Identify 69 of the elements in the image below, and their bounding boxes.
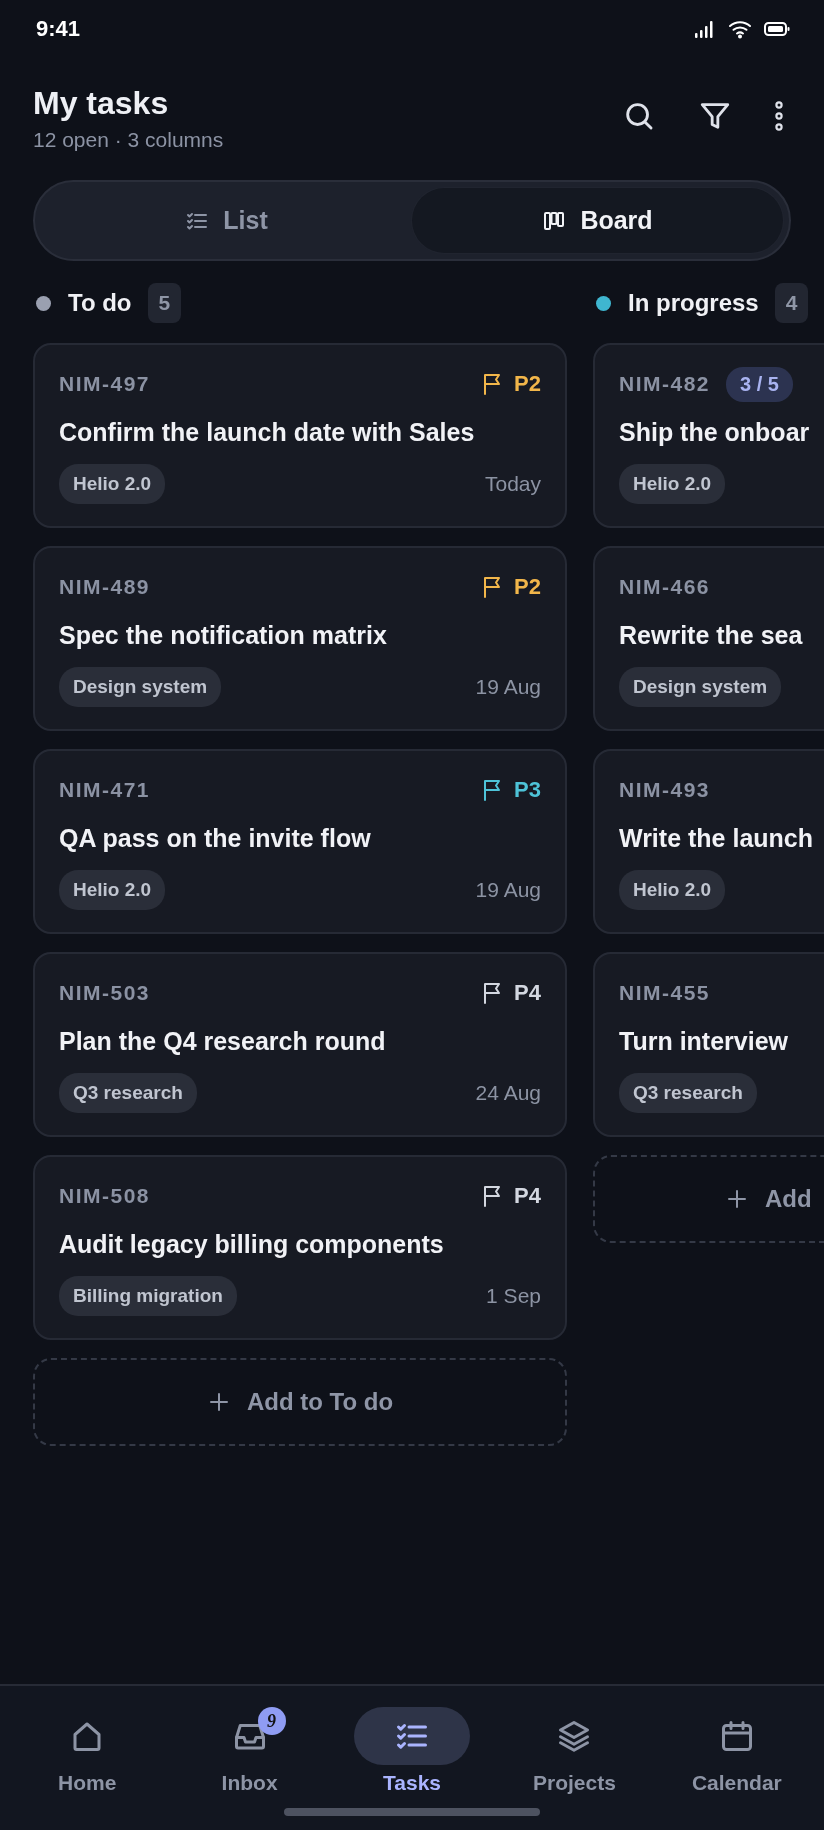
project-tag: Billing migration — [59, 1276, 237, 1316]
priority-label: P2 — [482, 574, 541, 600]
project-tag: Helio 2.0 — [619, 464, 726, 504]
task-card[interactable]: NIM-489 P2 Spec the notification matrix Design system 19 Aug — [33, 546, 567, 731]
task-card[interactable]: NIM-508 P4 Audit legacy billing components Billing migration 1 Sep — [33, 1155, 567, 1340]
task-card[interactable]: NIM-466 Rewrite the sea Design system — [593, 546, 824, 731]
project-tag: Helio 2.0 — [59, 870, 166, 910]
task-card[interactable]: NIM-497 P2 Confirm the launch date with Sales Helio 2.0 Today — [33, 343, 567, 528]
due-date: 19 Aug — [475, 675, 541, 699]
task-card[interactable]: NIM-493 Write the launch Helio 2.0 — [593, 749, 824, 934]
due-date: 19 Aug — [475, 878, 541, 902]
task-card[interactable]: NIM-503 P4 Plan the Q4 research round Q3 research 24 Aug — [33, 952, 567, 1137]
task-card[interactable]: NIM-455 Turn interview Q3 research — [593, 952, 824, 1137]
task-id: NIM-466 — [619, 575, 711, 599]
priority-label: P4 — [482, 1183, 541, 1209]
signal-icon — [694, 19, 716, 39]
task-id: NIM-489 — [59, 575, 151, 599]
status-time: 9:41 — [36, 16, 81, 42]
project-tag: Q3 research — [619, 1073, 757, 1113]
add-card-button[interactable]: Add to To do — [33, 1358, 567, 1446]
column-count: 4 — [774, 283, 809, 323]
priority-label: P2 — [482, 371, 541, 397]
plus-icon — [725, 1187, 749, 1211]
task-title: Plan the Q4 research round — [59, 1027, 387, 1056]
column-title: To do — [68, 289, 132, 317]
project-tag: Helio 2.0 — [59, 464, 166, 504]
task-id: NIM-508 — [59, 1184, 151, 1208]
task-title: Audit legacy billing components — [59, 1230, 445, 1259]
project-tag: Helio 2.0 — [619, 870, 726, 910]
nav-tab[interactable]: 9 Inbox — [168, 1706, 331, 1796]
column-title: In progress — [628, 289, 759, 317]
task-id: NIM-503 — [59, 981, 151, 1005]
page-title: My tasks — [33, 84, 170, 122]
page-subtitle: 12 open · 3 columns — [33, 127, 224, 152]
task-id: NIM-471 — [59, 778, 151, 802]
task-title: Ship the onboar — [619, 418, 811, 447]
task-title: Rewrite the sea — [619, 621, 804, 650]
view-tab[interactable]: List — [41, 188, 412, 253]
nav-tab[interactable]: Home — [6, 1706, 169, 1796]
more-icon — [774, 99, 784, 133]
priority-label: P3 — [482, 777, 541, 803]
nav-tab[interactable]: Tasks — [330, 1706, 494, 1796]
task-title: Write the launch — [619, 824, 814, 853]
priority-label: P4 — [482, 980, 541, 1006]
task-id: NIM-455 — [619, 981, 711, 1005]
task-card[interactable]: NIM-471 P3 QA pass on the invite flow Helio 2.0 19 Aug — [33, 749, 567, 934]
task-id: NIM-497 — [59, 372, 151, 396]
wifi-icon — [728, 19, 752, 39]
nav-tab[interactable]: Projects — [493, 1706, 656, 1796]
due-date: 1 Sep — [486, 1284, 541, 1308]
column-count: 5 — [147, 283, 182, 323]
task-title: QA pass on the invite flow — [59, 824, 372, 853]
project-tag: Design system — [59, 667, 222, 707]
project-tag: Design system — [619, 667, 782, 707]
nav-tab[interactable]: Calendar — [655, 1706, 819, 1796]
battery-icon — [764, 21, 790, 37]
task-title: Turn interview — [619, 1027, 789, 1056]
task-id: NIM-493 — [619, 778, 711, 802]
unread-badge: 9 — [257, 1707, 286, 1735]
task-card[interactable]: NIM-482 3 / 5 Ship the onboar Helio 2.0 — [593, 343, 824, 528]
view-tab[interactable]: Board — [412, 188, 783, 253]
subtask-count: 3 / 5 — [726, 366, 793, 402]
add-card-button[interactable]: Add — [593, 1155, 824, 1243]
due-date: Today — [484, 472, 541, 496]
project-tag: Q3 research — [59, 1073, 197, 1113]
task-id: NIM-482 — [619, 372, 711, 396]
task-title: Spec the notification matrix — [59, 621, 388, 650]
task-title: Confirm the launch date with Sales — [59, 418, 476, 447]
due-date: 24 Aug — [475, 1081, 541, 1105]
